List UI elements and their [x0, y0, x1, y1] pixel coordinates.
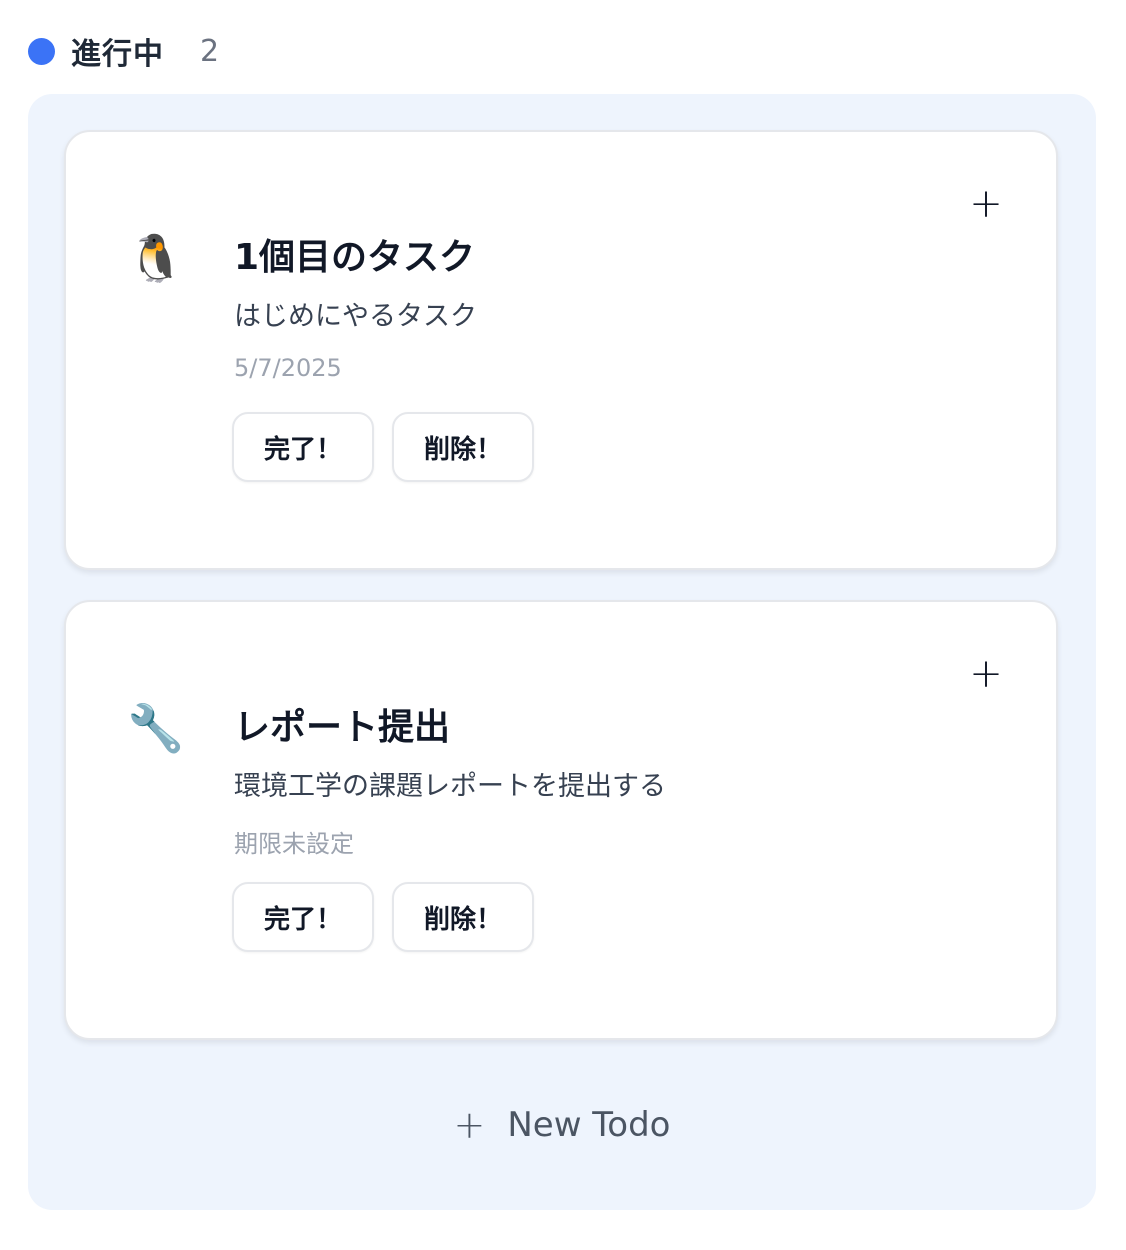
new-todo-button[interactable]: + New Todo: [28, 1100, 1096, 1150]
plus-icon: +: [453, 1103, 486, 1147]
card-description: はじめにやるタスク: [234, 301, 477, 332]
column-count: 2: [200, 33, 220, 69]
new-todo-label: New Todo: [507, 1105, 671, 1145]
todo-card[interactable]: 🐧 + 1個目のタスク はじめにやるタスク 5/7/2025 完了！ 削除！: [64, 130, 1058, 570]
card-title: 1個目のタスク: [234, 237, 476, 278]
column-header: 進行中 2: [28, 30, 219, 72]
delete-button[interactable]: 削除！: [392, 882, 534, 952]
column-body: 🐧 + 1個目のタスク はじめにやるタスク 5/7/2025 完了！ 削除！ 🔧…: [28, 94, 1096, 1210]
column-title: 進行中: [71, 37, 164, 72]
status-dot-icon: [28, 37, 55, 65]
todo-card[interactable]: 🔧 + レポート提出 環境工学の課題レポートを提出する 期限未設定 完了！ 削除…: [64, 600, 1058, 1040]
card-actions: 完了！ 削除！: [232, 882, 534, 952]
card-due-date: 5/7/2025: [234, 354, 342, 382]
add-icon[interactable]: +: [966, 184, 1006, 224]
card-due-date: 期限未設定: [234, 830, 354, 858]
complete-button[interactable]: 完了！: [232, 412, 374, 482]
complete-button[interactable]: 完了！: [232, 882, 374, 952]
card-actions: 完了！ 削除！: [232, 412, 534, 482]
card-description: 環境工学の課題レポートを提出する: [234, 771, 666, 802]
delete-button[interactable]: 削除！: [392, 412, 534, 482]
penguin-icon[interactable]: 🐧: [126, 228, 186, 288]
add-icon[interactable]: +: [966, 654, 1006, 694]
card-title: レポート提出: [234, 707, 451, 748]
wrench-icon[interactable]: 🔧: [126, 698, 186, 758]
